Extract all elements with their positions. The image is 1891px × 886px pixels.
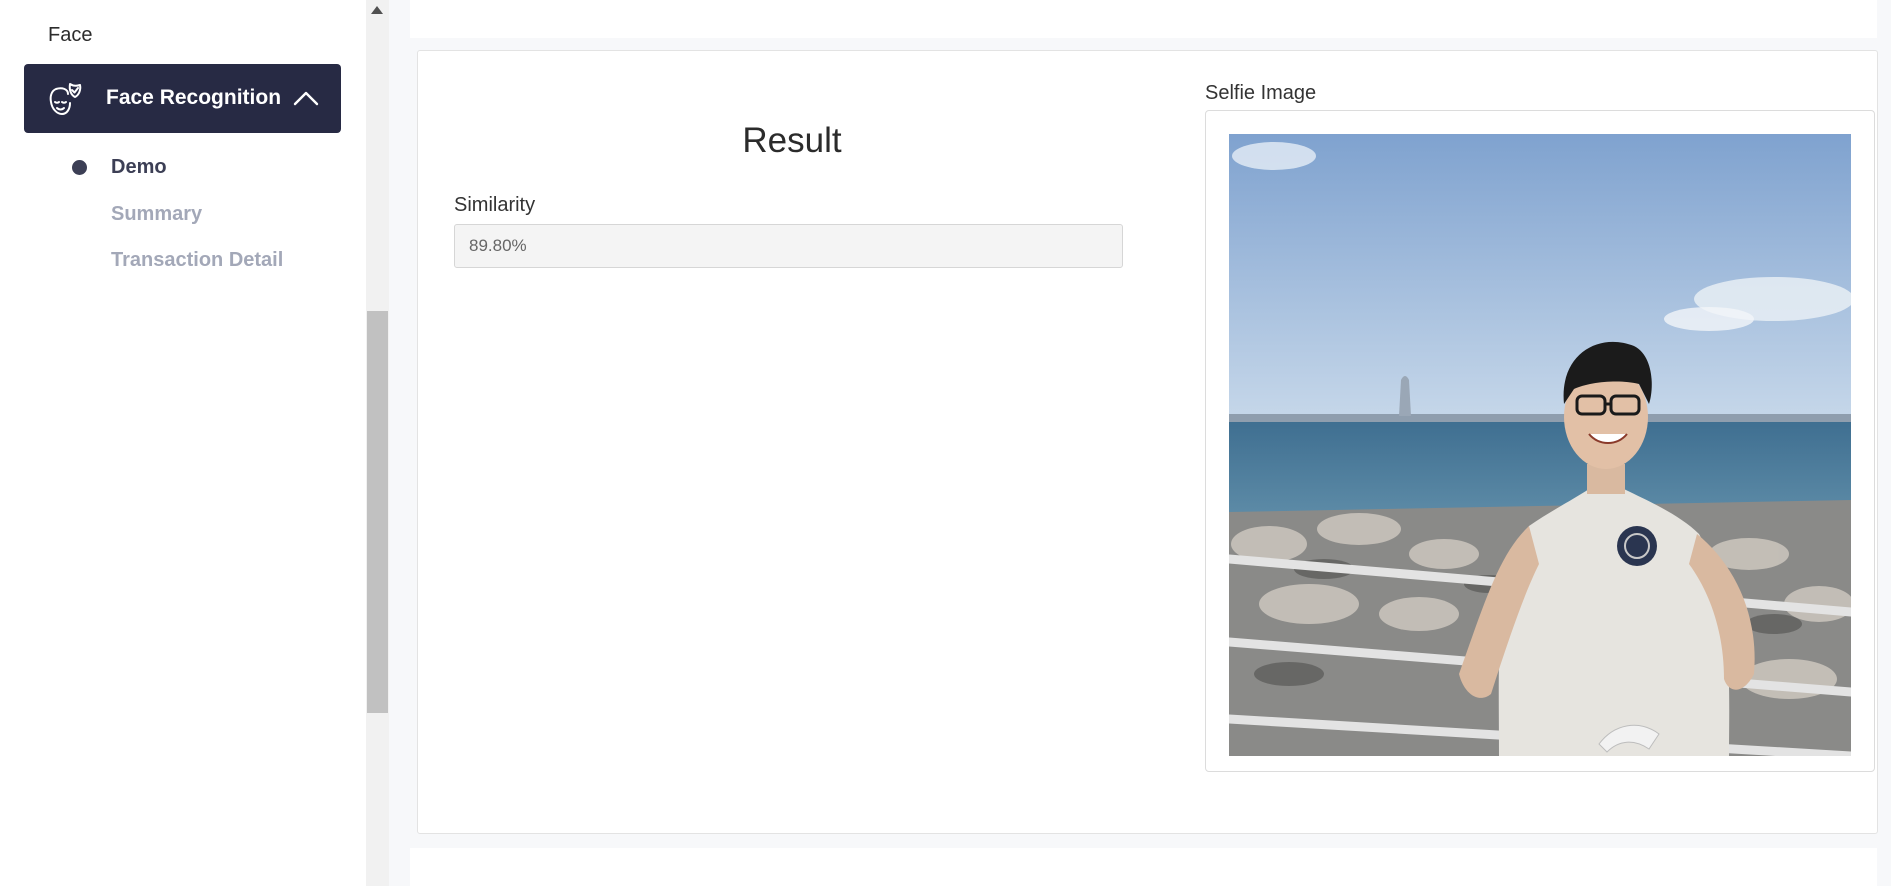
sidebar-subitem-demo[interactable]: Demo	[111, 156, 167, 179]
similarity-label: Similarity	[454, 194, 536, 216]
face-shield-icon	[49, 83, 82, 115]
sidebar-scrollbar[interactable]	[366, 0, 389, 886]
similarity-field[interactable]	[454, 224, 1123, 268]
active-dot-icon	[72, 160, 87, 175]
sidebar-item-face-recognition[interactable]: Face Recognition	[24, 64, 341, 133]
sidebar-subitem-summary[interactable]: Summary	[111, 203, 202, 226]
app-window: Face Face Recognition Demo Summary Trans…	[0, 0, 1891, 886]
selfie-image-label: Selfie Image	[1205, 82, 1317, 104]
result-card: Result Similarity Selfie Image	[417, 50, 1878, 834]
top-card	[410, 0, 1877, 38]
scrollbar-thumb[interactable]	[367, 311, 388, 713]
sidebar-section-label: Face	[48, 24, 93, 46]
sidebar: Face Face Recognition Demo Summary Trans…	[0, 0, 366, 886]
selfie-image-frame	[1205, 110, 1875, 772]
result-title: Result	[742, 121, 842, 160]
scroll-up-arrow-icon[interactable]	[371, 6, 383, 14]
main-content: Result Similarity Selfie Image	[389, 0, 1891, 886]
chevron-up-icon[interactable]	[293, 90, 319, 106]
bottom-card	[410, 848, 1877, 886]
sidebar-subitem-transaction-detail[interactable]: Transaction Detail	[111, 249, 283, 272]
selfie-image	[1229, 134, 1851, 756]
sidebar-item-label: Face Recognition	[106, 86, 282, 109]
